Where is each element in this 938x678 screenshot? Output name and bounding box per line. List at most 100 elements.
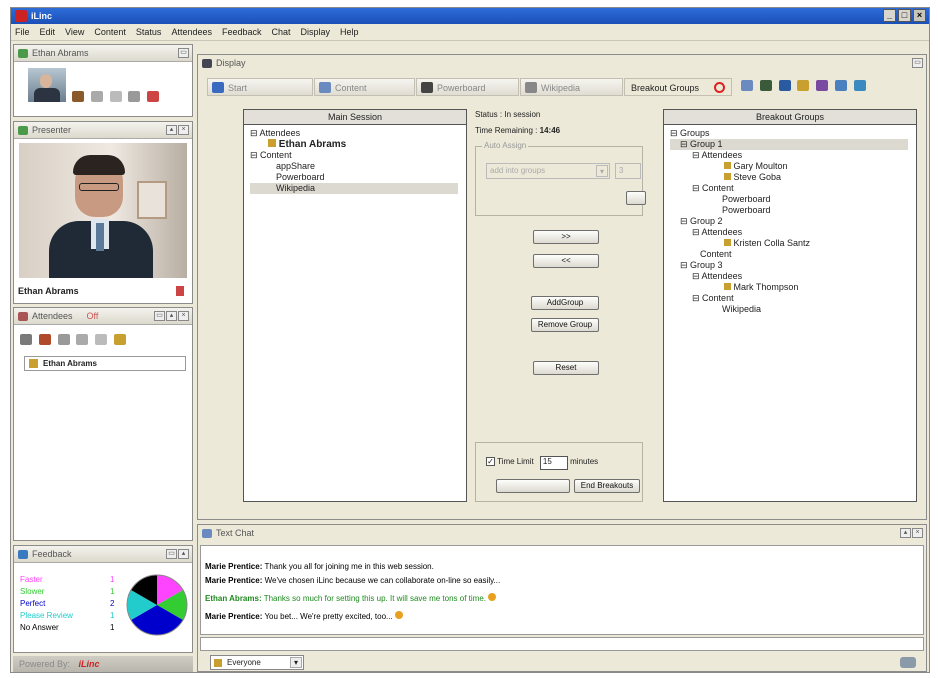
tree-node-group-2-attendees[interactable]: ⊟ Attendees xyxy=(670,227,908,238)
menu-file[interactable]: File xyxy=(15,24,30,40)
menu-edit[interactable]: Edit xyxy=(40,24,56,40)
search-icon[interactable] xyxy=(76,334,89,345)
tab-content[interactable]: Content xyxy=(314,78,415,96)
tree-node-kristen-colla-santz[interactable]: Kristen Colla Santz xyxy=(670,238,908,249)
attendees-minimize-button[interactable]: ▭ xyxy=(154,311,165,321)
tree-node-powerboard[interactable]: Powerboard xyxy=(250,172,458,183)
feedback-row-perfect[interactable]: Perfect 2 xyxy=(20,598,120,610)
feedback-restore-button[interactable]: ▴ xyxy=(178,549,189,559)
feedback-row-no-answer[interactable]: No Answer 1 xyxy=(20,622,120,634)
tree-node-group-1[interactable]: ⊟ Group 1 xyxy=(670,139,908,150)
add-group-button[interactable]: AddGroup xyxy=(531,296,599,310)
tree-node-group-3[interactable]: ⊟ Group 3 xyxy=(670,260,908,271)
feedback-minimize-button[interactable]: ▭ xyxy=(166,549,177,559)
assign-mode-select[interactable]: add into groups ▾ xyxy=(486,163,610,179)
feedback-row-slower[interactable]: Slower 1 xyxy=(20,586,120,598)
layout-tool-icon[interactable] xyxy=(834,80,847,91)
tree-node-group-2[interactable]: ⊟ Group 2 xyxy=(670,216,908,227)
maximize-button[interactable]: □ xyxy=(898,9,911,22)
tree-node-group-1-attendees[interactable]: ⊟ Attendees xyxy=(670,150,908,161)
presenter-close-button[interactable]: × xyxy=(178,125,189,135)
signal-icon[interactable] xyxy=(90,91,103,102)
hand-raise-icon[interactable] xyxy=(72,91,84,102)
close-breakout-icon[interactable] xyxy=(714,82,725,93)
tree-node-appshare[interactable]: appShare xyxy=(250,161,458,172)
feedback-row-faster[interactable]: Faster 1 xyxy=(20,574,120,586)
menu-status[interactable]: Status xyxy=(136,24,162,40)
menu-display[interactable]: Display xyxy=(301,24,331,40)
menu-help[interactable]: Help xyxy=(340,24,359,40)
options-icon[interactable] xyxy=(113,334,126,345)
tree-node-powerboard[interactable]: Powerboard xyxy=(670,205,908,216)
menu-attendees[interactable]: Attendees xyxy=(171,24,212,40)
tab-wikipedia[interactable]: Wikipedia xyxy=(520,78,623,96)
chat-recipient-select[interactable]: Everyone ▾ xyxy=(210,655,304,670)
chat-restore-button[interactable]: ▴ xyxy=(900,528,911,538)
attendee-row[interactable]: Ethan Abrams xyxy=(24,356,186,371)
web-tool-icon[interactable] xyxy=(778,80,791,91)
menu-content[interactable]: Content xyxy=(94,24,126,40)
move-left-button[interactable]: << xyxy=(533,254,599,268)
tree-node-mark-thompson[interactable]: Mark Thompson xyxy=(670,282,908,293)
screen-icon[interactable] xyxy=(741,80,753,91)
tree-node-wikipedia[interactable]: Wikipedia xyxy=(250,183,458,194)
user-avatar xyxy=(28,68,66,102)
auto-assign-go-button[interactable] xyxy=(626,191,646,205)
menu-view[interactable]: View xyxy=(65,24,84,40)
mic-dropdown-icon[interactable] xyxy=(57,334,70,345)
home-icon xyxy=(212,82,224,93)
tab-breakout-groups[interactable]: Breakout Groups xyxy=(624,78,732,96)
chat-message: Ethan Abrams: Thanks so much for setting… xyxy=(205,588,919,606)
close-button[interactable]: × xyxy=(913,9,926,22)
chat-input[interactable] xyxy=(200,637,924,651)
minimize-button[interactable]: _ xyxy=(883,9,896,22)
microphone-icon[interactable] xyxy=(109,91,122,102)
remove-group-button[interactable]: Remove Group xyxy=(531,318,599,332)
display-panel-title: Display xyxy=(216,58,246,68)
tree-node-group-2-content[interactable]: Content xyxy=(670,249,908,260)
time-limit-checkbox[interactable]: ✓ xyxy=(486,457,495,466)
presenter-restore-button[interactable]: ▴ xyxy=(166,125,177,135)
headset-icon[interactable] xyxy=(128,91,141,102)
tree-node-ethan-abrams[interactable]: Ethan Abrams xyxy=(250,139,458,150)
tree-node-group-3-attendees[interactable]: ⊟ Attendees xyxy=(670,271,908,282)
tab-powerboard[interactable]: Powerboard xyxy=(416,78,519,96)
tree-node-groups[interactable]: ⊟ Groups xyxy=(670,128,908,139)
menu-chat[interactable]: Chat xyxy=(272,24,291,40)
start-breakouts-button[interactable] xyxy=(496,479,570,493)
refresh-tool-icon[interactable] xyxy=(853,80,866,91)
move-right-button[interactable]: >> xyxy=(533,230,599,244)
attendees-restore-button[interactable]: ▴ xyxy=(166,311,177,321)
reset-button[interactable]: Reset xyxy=(533,361,599,375)
powerboard-tool-icon[interactable] xyxy=(759,80,772,91)
tree-node-content[interactable]: ⊟ Content xyxy=(250,150,458,161)
tree-node-group-1-content[interactable]: ⊟ Content xyxy=(670,183,908,194)
attendees-close-button[interactable]: × xyxy=(178,311,189,321)
tree-node-group-3-content[interactable]: ⊟ Content xyxy=(670,293,908,304)
file-tool-icon[interactable] xyxy=(797,80,810,91)
lock-icon[interactable] xyxy=(95,334,108,345)
poll-tool-icon[interactable] xyxy=(816,80,829,91)
send-icon[interactable] xyxy=(900,657,916,668)
time-limit-input[interactable]: 15 xyxy=(539,456,568,470)
tree-node-attendees[interactable]: ⊟ Attendees xyxy=(250,128,458,139)
display-collapse-button[interactable]: ▭ xyxy=(912,58,923,68)
menu-feedback[interactable]: Feedback xyxy=(222,24,262,40)
hand-icon[interactable] xyxy=(38,334,51,345)
tree-node-powerboard[interactable]: Powerboard xyxy=(670,194,908,205)
tab-wikipedia-label: Wikipedia xyxy=(541,83,581,93)
feedback-row-please-review[interactable]: Please Review 1 xyxy=(20,610,120,622)
tree-node-steve-goba[interactable]: Steve Goba xyxy=(670,172,908,183)
user-panel-collapse-button[interactable]: ▭ xyxy=(178,48,189,58)
group-count-stepper[interactable]: 3 xyxy=(615,163,641,179)
pointer-icon[interactable] xyxy=(20,334,32,345)
feedback-label: Faster xyxy=(20,575,43,584)
attendees-status[interactable]: Off xyxy=(87,311,99,321)
end-breakouts-button[interactable]: End Breakouts xyxy=(574,479,640,493)
tree-node-wikipedia[interactable]: Wikipedia xyxy=(670,304,908,315)
tree-node-gary-moulton[interactable]: Gary Moulton xyxy=(670,161,908,172)
disconnect-icon[interactable] xyxy=(147,91,160,102)
node-label: Kristen Colla Santz xyxy=(733,238,811,248)
tab-start[interactable]: Start xyxy=(207,78,313,96)
chat-close-button[interactable]: × xyxy=(912,528,923,538)
